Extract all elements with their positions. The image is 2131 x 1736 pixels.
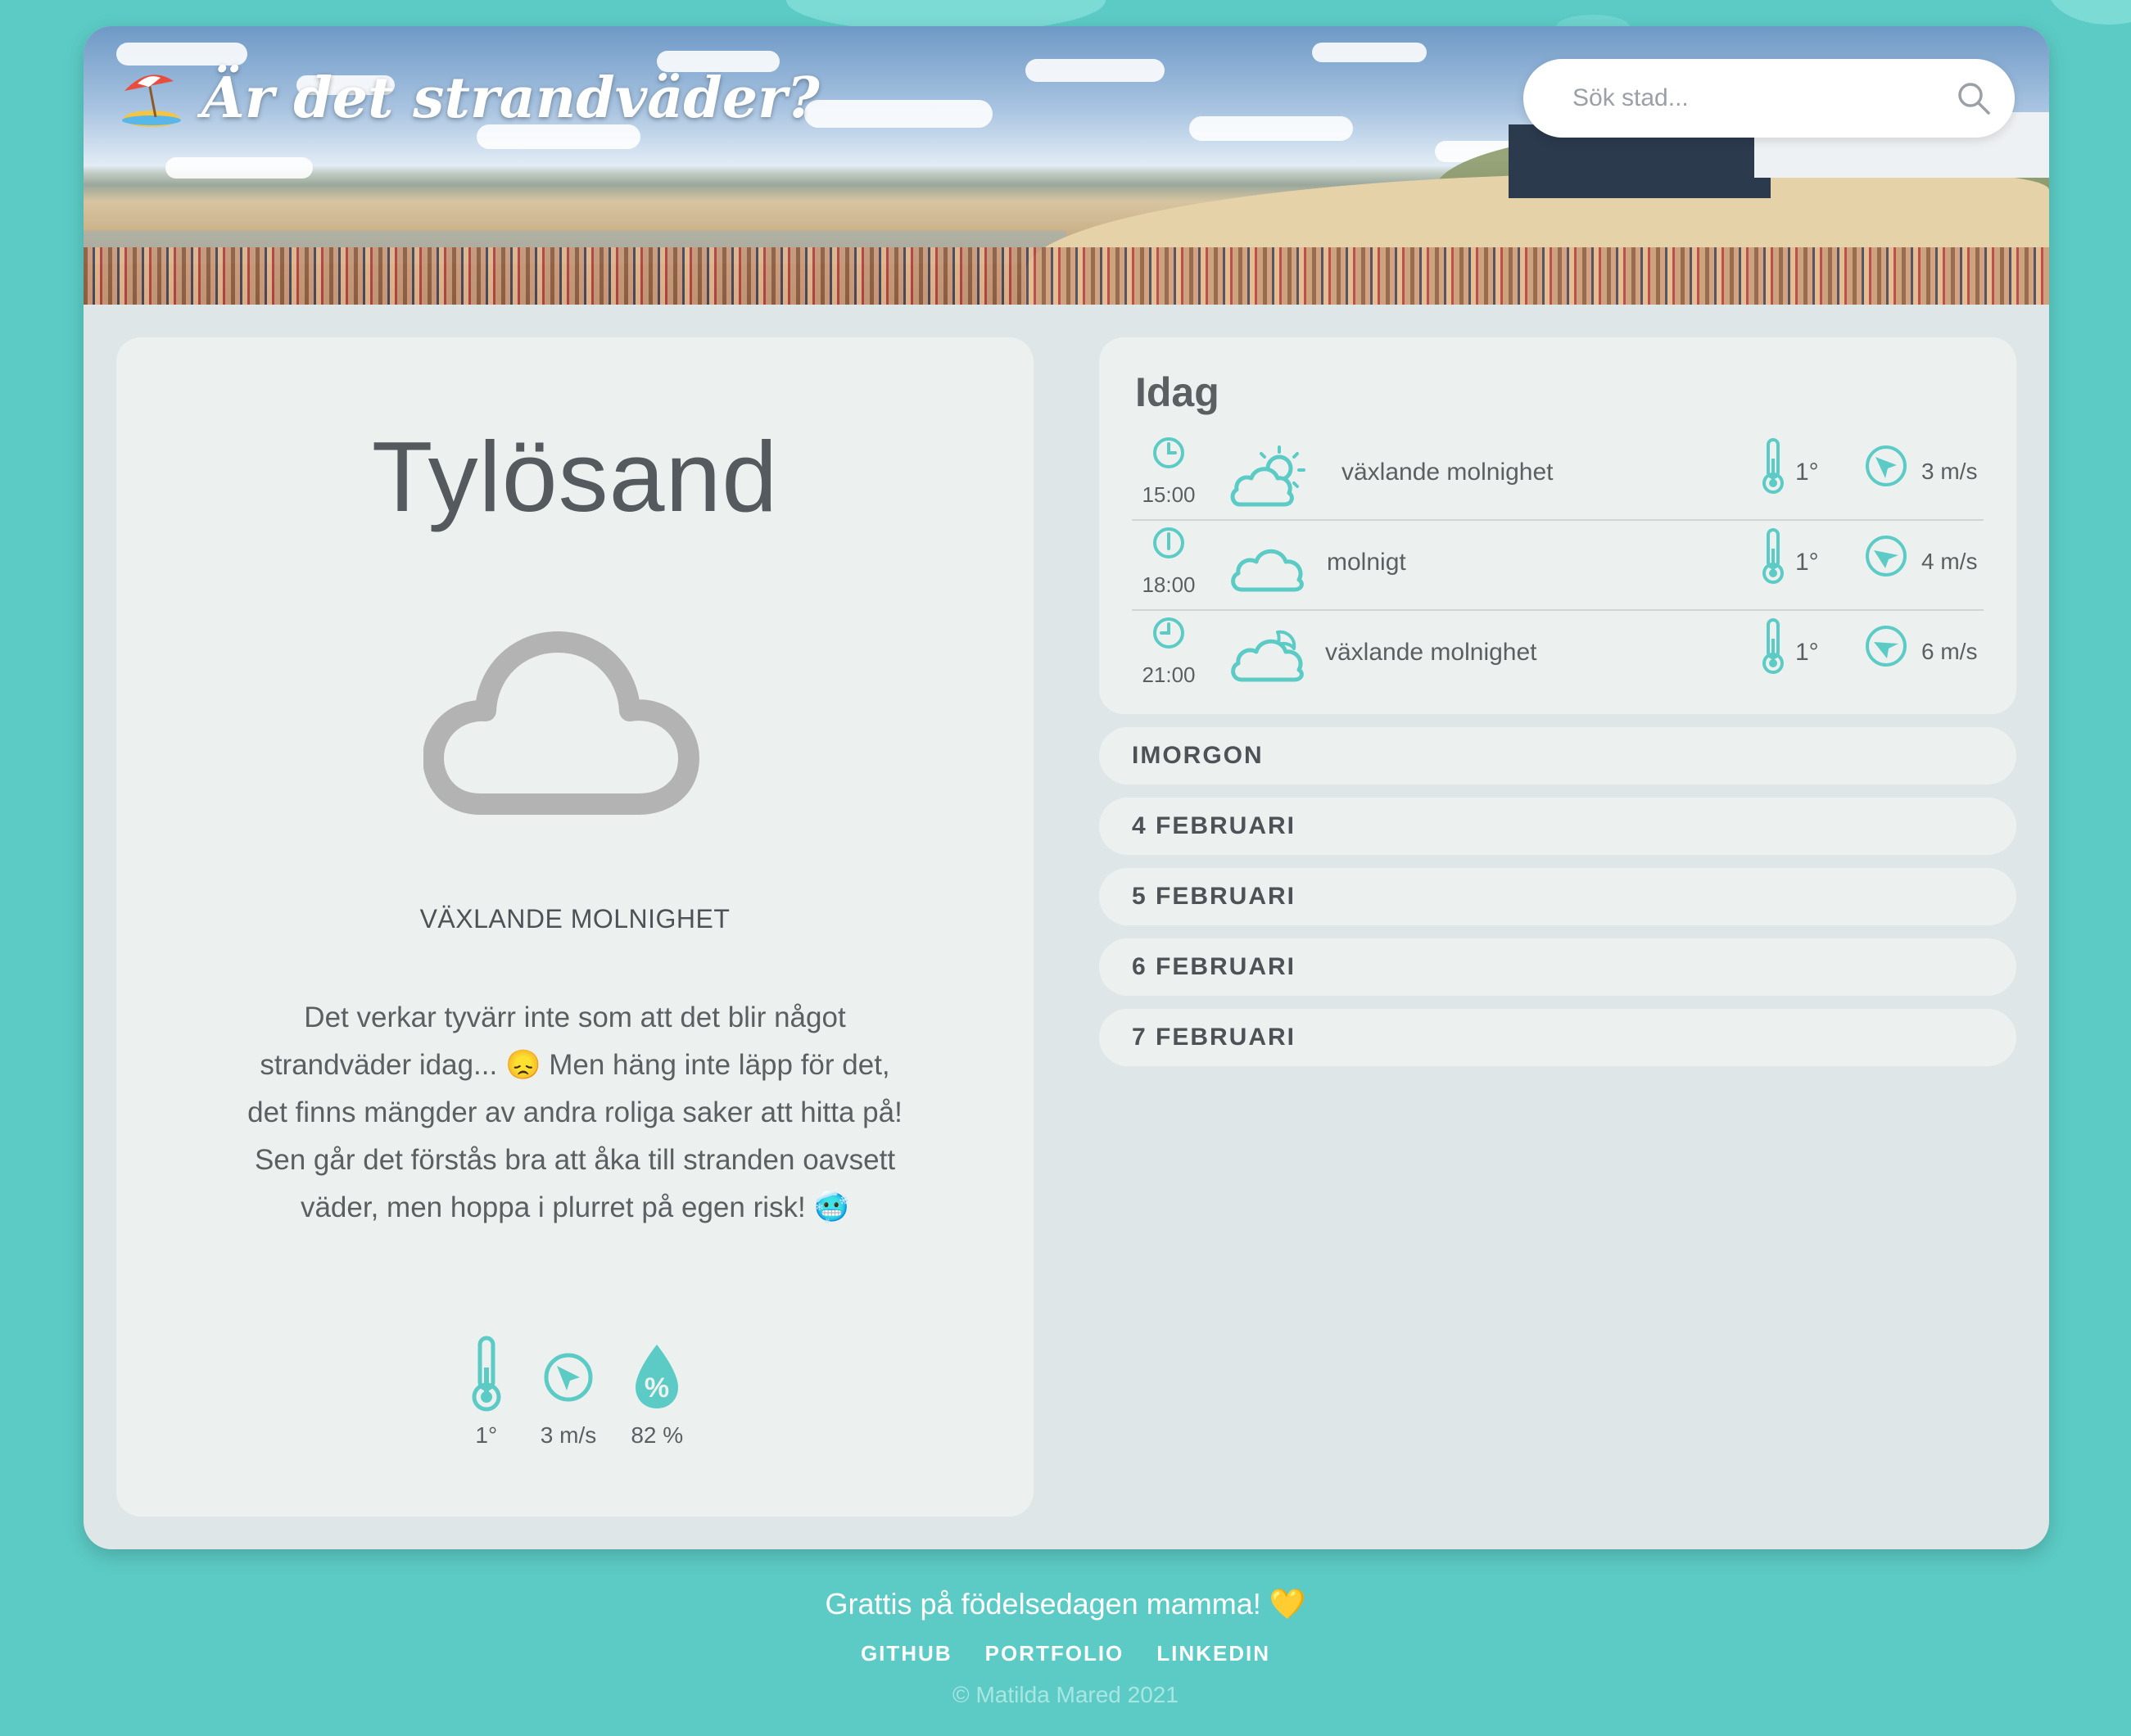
search-bar[interactable] bbox=[1523, 59, 2015, 138]
cloud-icon bbox=[1228, 536, 1310, 605]
forecast-temperature: 1° bbox=[1795, 459, 1819, 486]
clock-icon bbox=[1151, 526, 1186, 564]
background-bubble bbox=[2047, 0, 2131, 25]
copyright: © Matilda Mared 2021 bbox=[952, 1682, 1179, 1707]
clock-icon bbox=[1151, 616, 1186, 654]
wind-direction-icon bbox=[542, 1335, 595, 1417]
forecast-time: 21:00 bbox=[1142, 662, 1196, 687]
forecast-description: växlande molnighet bbox=[1325, 639, 1537, 666]
beach-umbrella-icon bbox=[120, 66, 183, 130]
footer-message: Grattis på födelsedagen mamma! 💛 bbox=[825, 1587, 1306, 1621]
wind-direction-icon bbox=[1864, 624, 1908, 672]
forecast-time: 18:00 bbox=[1142, 572, 1196, 597]
wind-direction-icon bbox=[1864, 444, 1908, 492]
thermometer-icon bbox=[1761, 617, 1785, 679]
city-name: Tylösand bbox=[371, 421, 779, 532]
search-input[interactable] bbox=[1571, 84, 1934, 113]
beach-crowd bbox=[84, 247, 2049, 305]
cloud-icon bbox=[423, 626, 702, 826]
wind-stat: 3 m/s bbox=[541, 1335, 596, 1449]
day-label: 5 FEBRUARI bbox=[1132, 883, 1296, 910]
forecast-description: växlande molnighet bbox=[1341, 459, 1554, 486]
day-label: 4 FEBRUARI bbox=[1132, 812, 1296, 839]
thermometer-icon bbox=[1761, 527, 1785, 589]
today-forecast-card: Idag 15:00 växlande molnighet 1° 3 m/s 1… bbox=[1099, 337, 2016, 714]
forecast-description: molnigt bbox=[1327, 549, 1406, 576]
current-weather-card: Tylösand VÄXLANDE MOLNIGHET Det verkar t… bbox=[116, 337, 1034, 1517]
wind-value: 3 m/s bbox=[540, 1422, 597, 1448]
forecast-wind: 6 m/s bbox=[1921, 639, 1978, 664]
day-accordion-4-februari[interactable]: 4 FEBRUARI bbox=[1099, 798, 2016, 855]
search-icon[interactable] bbox=[1956, 80, 1992, 120]
brand[interactable]: Är det strandväder? bbox=[120, 66, 820, 131]
beach-message: Det verkar tyvärr inte som att det blir … bbox=[247, 1001, 903, 1223]
footer-links: GITHUB PORTFOLIO LINKEDIN bbox=[0, 1641, 2131, 1666]
day-label: IMORGON bbox=[1132, 742, 1264, 769]
day-accordion-6-februari[interactable]: 6 FEBRUARI bbox=[1099, 938, 2016, 996]
thermometer-icon bbox=[1761, 437, 1785, 499]
day-label: 6 FEBRUARI bbox=[1132, 953, 1296, 980]
day-accordion-tomorrow[interactable]: IMORGON bbox=[1099, 727, 2016, 784]
forecast-temperature: 1° bbox=[1795, 549, 1819, 576]
temperature-value: 1° bbox=[475, 1422, 498, 1448]
thermometer-icon bbox=[467, 1335, 506, 1417]
portfolio-link[interactable]: PORTFOLIO bbox=[985, 1641, 1124, 1666]
forecast-row: 15:00 växlande molnighet 1° 3 m/s bbox=[1132, 429, 1984, 521]
humidity-drop-icon: % bbox=[631, 1335, 683, 1417]
day-accordion-7-februari[interactable]: 7 FEBRUARI bbox=[1099, 1009, 2016, 1066]
clock-icon bbox=[1151, 436, 1186, 474]
partly-cloudy-moon-icon bbox=[1228, 626, 1310, 695]
app-container: Är det strandväder? Tylösand VÄXLANDE MO… bbox=[84, 26, 2049, 1549]
today-title: Idag bbox=[1135, 369, 1219, 415]
day-label: 7 FEBRUARI bbox=[1132, 1024, 1296, 1051]
humidity-value: 82 % bbox=[631, 1422, 684, 1448]
partly-cloudy-sun-icon bbox=[1228, 445, 1319, 515]
forecast-row: 18:00 molnigt 1° 4 m/s bbox=[1132, 519, 1984, 611]
forecast-time: 15:00 bbox=[1142, 482, 1196, 507]
condition-label: VÄXLANDE MOLNIGHET bbox=[419, 904, 731, 934]
day-accordion-5-februari[interactable]: 5 FEBRUARI bbox=[1099, 868, 2016, 925]
forecast-wind: 3 m/s bbox=[1921, 459, 1978, 484]
wind-direction-icon bbox=[1864, 534, 1908, 582]
hero-banner: Är det strandväder? bbox=[84, 26, 2049, 305]
linkedin-link[interactable]: LINKEDIN bbox=[1156, 1641, 1270, 1666]
forecast-temperature: 1° bbox=[1795, 639, 1819, 666]
humidity-stat: % 82 % bbox=[631, 1335, 683, 1449]
app-title: Är det strandväder? bbox=[201, 66, 820, 131]
github-link[interactable]: GITHUB bbox=[861, 1641, 952, 1666]
current-stats: 1° 3 m/s % 82 % bbox=[116, 1335, 1034, 1449]
forecast-wind: 4 m/s bbox=[1921, 549, 1978, 574]
temperature-stat: 1° bbox=[467, 1335, 506, 1449]
svg-text:%: % bbox=[645, 1372, 669, 1404]
forecast-row: 21:00 växlande molnighet 1° 6 m/s bbox=[1132, 609, 1984, 699]
